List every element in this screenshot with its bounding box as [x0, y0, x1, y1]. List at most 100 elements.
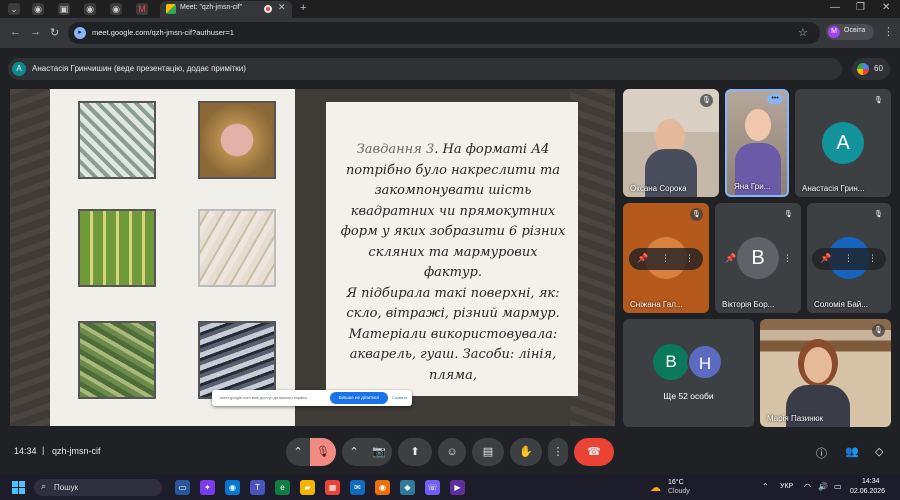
participant-tile[interactable]: В 📌 ⋮ 🎙 Вікторія Бор... — [715, 203, 801, 313]
browser-menu-icon[interactable]: ⋮ — [883, 25, 894, 38]
mic-off-icon: 🎙 — [872, 324, 885, 337]
chrome-icon[interactable]: ◉ — [375, 480, 390, 495]
more-options-icon[interactable]: ⋮ — [783, 253, 792, 264]
present-screen-button[interactable]: ⬆ — [398, 438, 432, 466]
meeting-details-icon[interactable]: ⓘ — [816, 445, 827, 461]
windows-start-icon[interactable] — [12, 481, 25, 494]
more-participants-label: Ще 52 особи — [663, 391, 714, 401]
search-icon: ⌕ — [41, 481, 47, 491]
pin-icon[interactable]: 📌 — [725, 253, 736, 264]
viber-icon[interactable]: ☏ — [425, 480, 440, 495]
participant-tile[interactable]: 📌 ⋮ ⋮ 🎙 Соломія Бай... — [807, 203, 891, 313]
leave-call-button[interactable]: ☎ — [574, 438, 614, 466]
task-view-icon[interactable]: ▭ — [175, 480, 190, 495]
tab-favicon-icon[interactable]: ◉ — [32, 3, 44, 15]
site-info-icon[interactable]: ▸ — [74, 27, 86, 39]
participant-avatar: Н — [687, 344, 723, 380]
gmail-icon[interactable]: M — [136, 3, 148, 15]
reload-icon[interactable]: ↻ — [50, 26, 59, 39]
participant-tile[interactable]: 📌 ⋮ ⋮ 🎙 Сніжана Гал... — [623, 203, 709, 313]
copilot-icon[interactable]: ✦ — [200, 480, 215, 495]
close-window-icon[interactable]: ✕ — [882, 2, 890, 13]
pin-icon[interactable]: 📌 — [637, 253, 648, 264]
tile-controls: 📌 ⋮ ⋮ — [812, 248, 886, 270]
browser-toolbar: ← → ↻ ▸ meet.google.com/qzh-jmsn-cif?aut… — [0, 18, 900, 48]
tab-favicon-icon[interactable]: ◉ — [84, 3, 96, 15]
camera-button[interactable]: 📷 — [366, 438, 392, 466]
tab-title: Meet: "qzh-jmsn-cif" — [180, 4, 243, 11]
participant-avatar: А — [822, 122, 864, 164]
wifi-icon[interactable]: ◠ — [804, 482, 811, 491]
participant-tile[interactable]: 🎙 Оксана Сорока — [623, 89, 719, 197]
address-bar[interactable]: ▸ meet.google.com/qzh-jmsn-cif?authuser=… — [68, 22, 820, 44]
participant-name: Соломія Бай... — [814, 300, 868, 309]
captions-button[interactable]: ▤ — [472, 438, 504, 466]
raise-hand-button[interactable]: ✋ — [510, 438, 542, 466]
system-time[interactable]: 14:34 — [862, 478, 880, 485]
participant-tile[interactable]: А 🎙 Анастасія Грин... — [795, 89, 891, 197]
active-tab[interactable]: Meet: "qzh-jmsn-cif" ✕ — [160, 1, 292, 18]
bookmark-star-icon[interactable]: ☆ — [798, 26, 808, 39]
slide-paragraph: Я підбирала такі поверхні, як: скло, віт… — [346, 285, 560, 383]
teams-icon[interactable]: T — [250, 480, 265, 495]
more-options-icon[interactable]: ⋮ — [868, 253, 877, 264]
volume-icon[interactable]: 🔊 — [818, 482, 828, 491]
browser-tab-bar: ⌄ ◉ ▣ ◉ ◉ M Meet: "qzh-jmsn-cif" ✕ + — ❐… — [0, 0, 900, 18]
profile-avatar: M — [828, 26, 840, 38]
maximize-icon[interactable]: ❐ — [856, 2, 865, 13]
tray-chevron-icon[interactable]: ⌃ — [762, 482, 769, 491]
back-icon[interactable]: ← — [10, 26, 21, 38]
weather-temperature: 16°C — [668, 479, 684, 486]
minimize-icon[interactable]: — — [830, 2, 840, 13]
activities-icon[interactable]: ◇ — [875, 445, 883, 458]
emoji-reactions-button[interactable]: ☺ — [438, 438, 466, 466]
participant-name: Оксана Сорока — [630, 184, 687, 193]
dark-marble-texture — [198, 321, 276, 399]
mail-icon[interactable]: ✉ — [350, 480, 365, 495]
chrome-icon[interactable]: ◉ — [225, 480, 240, 495]
stop-sharing-button[interactable]: Більше не ділитися — [330, 392, 388, 404]
edge-icon[interactable]: e — [275, 480, 290, 495]
new-tab-button[interactable]: + — [300, 2, 306, 14]
audio-options-chevron-icon[interactable]: ⌃ — [286, 438, 310, 466]
sketchbook-page-image — [50, 89, 295, 426]
battery-icon[interactable]: ▭ — [834, 482, 842, 491]
taskbar-search[interactable]: ⌕ Пошук — [34, 479, 162, 496]
more-options-icon[interactable]: ⋮ — [685, 253, 694, 264]
more-options-button[interactable]: ⋮ — [548, 438, 568, 466]
more-participants-tile[interactable]: В Н Ще 52 особи — [623, 319, 754, 427]
mosaic-glass-texture — [78, 209, 156, 287]
tab-search-icon[interactable]: ⌄ — [8, 3, 20, 15]
meeting-code: qzh-jmsn-cif — [52, 446, 101, 456]
participant-name: Марія Пазинюк — [767, 414, 824, 423]
windows-taskbar: ⌕ Пошук ▭ ✦ ◉ T e ▰ ▦ ✉ ◉ ◆ ☏ ▶ ☁ 16°C C… — [0, 475, 900, 500]
share-banner-text: meet.google.com має доступ до вашого екр… — [220, 395, 307, 400]
app-icon[interactable]: ▶ — [450, 480, 465, 495]
weather-condition: Cloudy — [668, 488, 690, 495]
people-list-icon[interactable]: 👥 — [845, 445, 859, 458]
system-date[interactable]: 02.06.2026 — [850, 488, 885, 495]
mic-off-button[interactable]: 🎙 — [310, 438, 336, 466]
more-options-icon[interactable]: ⋮ — [844, 253, 853, 264]
tab-favicon-icon[interactable]: ◉ — [110, 3, 122, 15]
screen-share-banner: meet.google.com має доступ до вашого екр… — [212, 390, 412, 406]
pin-icon[interactable]: 📌 — [820, 253, 831, 264]
profile-button[interactable]: M Освіта — [826, 24, 874, 40]
participant-tile-speaking[interactable]: ••• Яна Гри... — [725, 89, 789, 197]
participant-tile[interactable]: 🎙 Марія Пазинюк — [760, 319, 891, 427]
slide-paragraph: . На форматі А4 потрібно було накреслити… — [340, 142, 566, 280]
app-icon[interactable]: ◆ — [400, 480, 415, 495]
participants-count-button[interactable]: 60 — [852, 58, 890, 80]
input-language[interactable]: УКР — [780, 483, 793, 490]
store-icon[interactable]: ▦ — [325, 480, 340, 495]
close-tab-icon[interactable]: ✕ — [278, 2, 286, 13]
video-options-chevron-icon[interactable]: ⌃ — [342, 438, 366, 466]
mic-off-icon: 🎙 — [872, 208, 885, 221]
hide-banner-link[interactable]: Сховати — [392, 395, 407, 400]
tab-favicon-icon[interactable]: ▣ — [58, 3, 70, 15]
file-explorer-icon[interactable]: ▰ — [300, 480, 315, 495]
forward-icon[interactable]: → — [30, 26, 41, 38]
more-options-icon[interactable]: ⋮ — [661, 253, 670, 264]
shared-presentation: Завдання 3. На форматі А4 потрібно було … — [10, 89, 615, 426]
url-text[interactable]: meet.google.com/qzh-jmsn-cif?authuser=1 — [92, 28, 234, 37]
